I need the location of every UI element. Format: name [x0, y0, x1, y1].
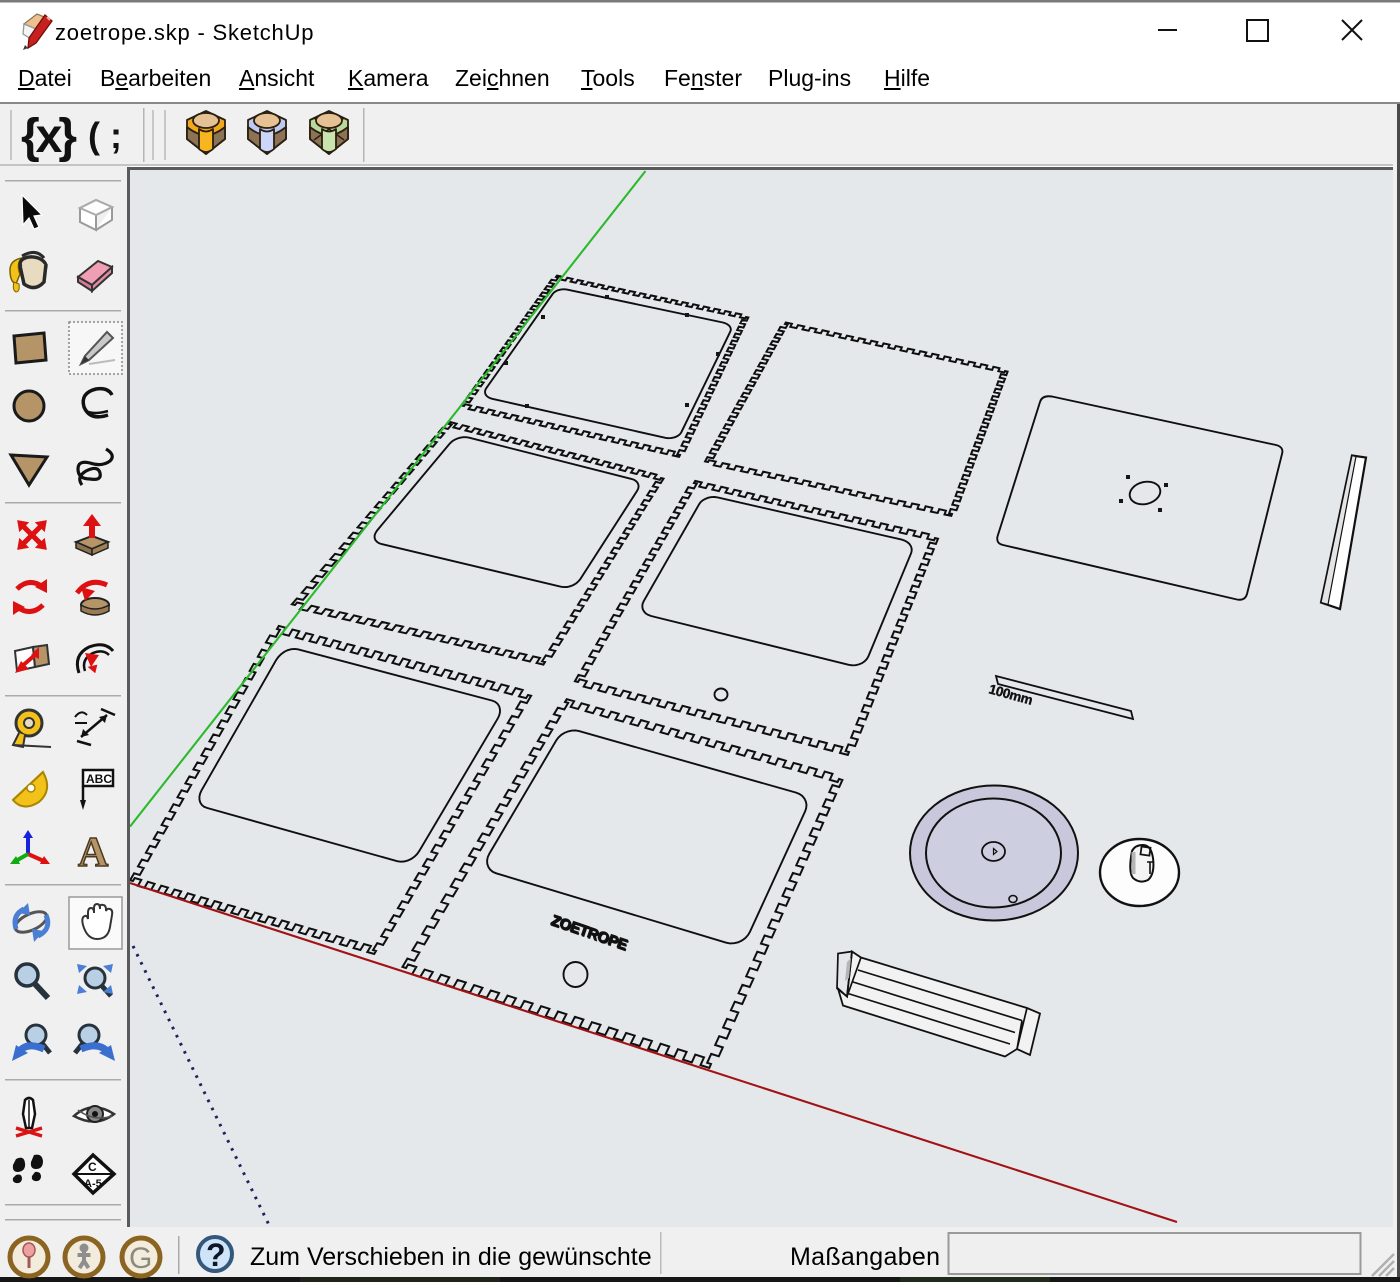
svg-text:G: G [129, 1242, 152, 1275]
svg-text:A: A [78, 830, 109, 876]
svg-text:( ;: ( ; [88, 115, 122, 156]
svg-text:{x}: {x} [21, 110, 76, 163]
svg-text:?: ? [206, 1237, 226, 1273]
svg-text:A-5: A-5 [84, 1178, 102, 1190]
svg-text:ABC: ABC [86, 772, 112, 786]
svg-text:C: C [88, 1160, 97, 1174]
